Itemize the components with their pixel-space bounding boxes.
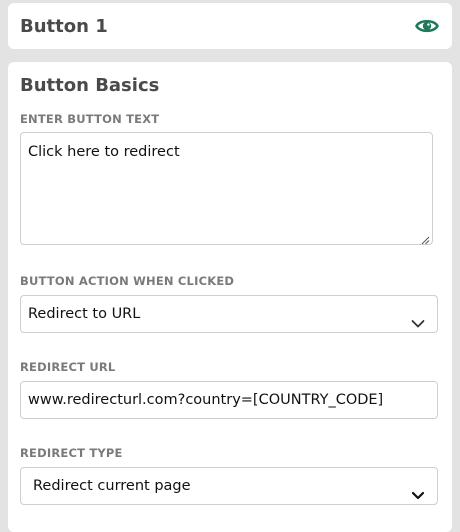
- redirect-url-label: REDIRECT URL: [20, 360, 116, 374]
- button-action-select[interactable]: Redirect to URL: [20, 295, 438, 333]
- chevron-down-icon: [411, 308, 425, 328]
- button-header-card: Button 1: [8, 3, 452, 49]
- button-action-value: Redirect to URL: [28, 306, 141, 322]
- button-text-label: ENTER BUTTON TEXT: [20, 112, 160, 126]
- button-action-label: BUTTON ACTION WHEN CLICKED: [20, 274, 235, 288]
- button-text-value: Click here to redirect: [28, 144, 180, 160]
- redirect-type-select[interactable]: Redirect current page: [20, 467, 438, 505]
- button-basics-panel: Button Basics ENTER BUTTON TEXT Click he…: [8, 62, 452, 532]
- chevron-down-icon: [411, 480, 425, 500]
- redirect-type-label: REDIRECT TYPE: [20, 446, 123, 460]
- redirect-url-value: www.redirecturl.com?country=[COUNTRY_COD…: [28, 392, 384, 408]
- section-title: Button Basics: [20, 75, 160, 96]
- button-text-input[interactable]: Click here to redirect: [20, 132, 433, 245]
- button-title: Button 1: [20, 16, 108, 37]
- eye-icon[interactable]: [415, 16, 439, 36]
- redirect-url-input[interactable]: www.redirecturl.com?country=[COUNTRY_COD…: [20, 381, 438, 419]
- redirect-type-value: Redirect current page: [33, 478, 191, 494]
- resize-grip-icon[interactable]: [421, 233, 430, 245]
